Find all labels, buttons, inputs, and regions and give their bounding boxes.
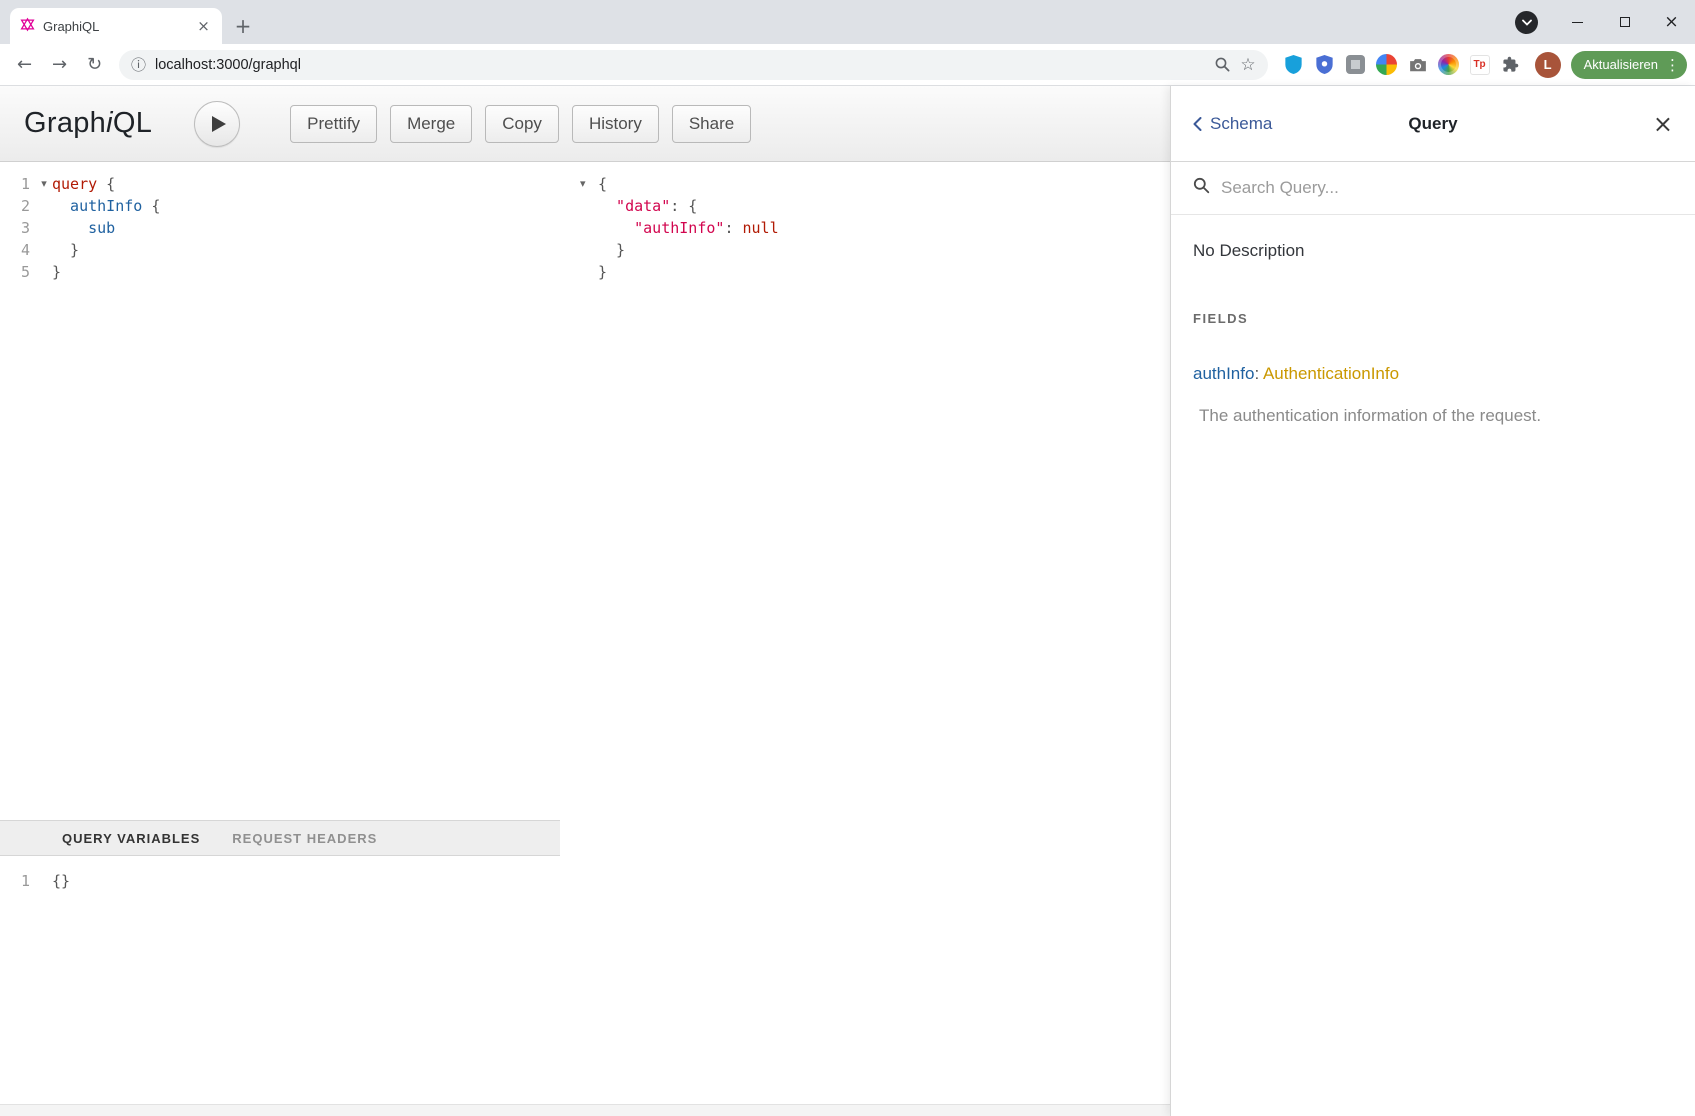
graphiql-favicon-icon bbox=[20, 17, 35, 35]
browser-tab[interactable]: GraphiQL × bbox=[10, 8, 222, 44]
pinwheel-extension-icon[interactable] bbox=[1437, 53, 1461, 77]
doc-no-description: No Description bbox=[1193, 241, 1673, 261]
code-line: "authInfo": null bbox=[580, 217, 1170, 239]
maximize-icon bbox=[1620, 17, 1630, 27]
line-number: 1 bbox=[0, 870, 36, 892]
code-line: 3 sub bbox=[0, 217, 560, 239]
variables-title-bar: QUERY VARIABLES REQUEST HEADERS bbox=[0, 820, 560, 856]
result-pane: ▾ { "data": { "authInfo": null } bbox=[560, 162, 1170, 1104]
prettify-button[interactable]: Prettify bbox=[290, 105, 377, 143]
graphiql-main: GraphiQL Prettify Merge Copy History Sha… bbox=[0, 86, 1170, 1116]
color-ball-extension-icon[interactable] bbox=[1375, 53, 1399, 77]
update-browser-button[interactable]: Aktualisieren ⋮ bbox=[1571, 51, 1687, 79]
extensions-area: Tp bbox=[1276, 53, 1529, 77]
doc-search-bar bbox=[1171, 162, 1695, 215]
doc-close-button[interactable]: × bbox=[1653, 112, 1673, 136]
forward-button[interactable]: → bbox=[43, 48, 76, 81]
tab-query-variables[interactable]: QUERY VARIABLES bbox=[62, 831, 200, 846]
variables-editor[interactable]: 1 {} bbox=[0, 856, 560, 1104]
bookmark-star-icon[interactable]: ☆ bbox=[1240, 55, 1255, 75]
browser-tabstrip: GraphiQL × + × bbox=[0, 0, 1695, 44]
graphiql-toolbar-buttons: Prettify Merge Copy History Share bbox=[290, 105, 751, 143]
close-icon: × bbox=[1664, 12, 1678, 32]
line-number: 1 bbox=[0, 173, 36, 195]
doc-back-link[interactable]: Schema bbox=[1193, 114, 1272, 134]
horizontal-scrollbar[interactable] bbox=[0, 1104, 1170, 1116]
tab-close-icon[interactable]: × bbox=[195, 18, 212, 35]
doc-fields-header: FIELDS bbox=[1193, 311, 1673, 326]
doc-explorer-header: Query Schema × bbox=[1171, 86, 1695, 162]
new-tab-button[interactable]: + bbox=[228, 11, 258, 41]
profile-avatar[interactable]: L bbox=[1535, 52, 1561, 78]
camera-extension-icon[interactable] bbox=[1406, 53, 1430, 77]
back-button[interactable]: ← bbox=[8, 48, 41, 81]
chevron-down-icon bbox=[1522, 19, 1532, 26]
tab-title: GraphiQL bbox=[43, 19, 187, 34]
blue-shield-extension-icon[interactable] bbox=[1313, 53, 1337, 77]
menu-dots-icon[interactable]: ⋮ bbox=[1665, 56, 1680, 74]
history-button[interactable]: History bbox=[572, 105, 659, 143]
puzzle-extensions-icon[interactable] bbox=[1499, 53, 1523, 77]
doc-search-input[interactable] bbox=[1221, 178, 1673, 198]
execute-query-button[interactable] bbox=[194, 101, 240, 147]
query-editor[interactable]: 1 ▾ query { 2 authInfo { 3 s bbox=[0, 162, 560, 820]
gray-square-extension-icon[interactable] bbox=[1344, 53, 1368, 77]
reload-button[interactable]: ↻ bbox=[78, 48, 111, 81]
window-controls: × bbox=[1554, 0, 1695, 44]
url-bar[interactable]: ⓘ localhost:3000/graphql ☆ bbox=[119, 50, 1268, 80]
query-column: 1 ▾ query { 2 authInfo { 3 s bbox=[0, 162, 560, 1104]
field-type-link[interactable]: AuthenticationInfo bbox=[1263, 364, 1399, 383]
editors-area: 1 ▾ query { 2 authInfo { 3 s bbox=[0, 162, 1170, 1104]
field-name-link[interactable]: authInfo bbox=[1193, 364, 1254, 383]
browser-toolbar: ← → ↻ ⓘ localhost:3000/graphql ☆ bbox=[0, 44, 1695, 86]
code-line: 5 } bbox=[0, 261, 560, 283]
window-close-button[interactable]: × bbox=[1648, 0, 1695, 44]
share-button[interactable]: Share bbox=[672, 105, 751, 143]
graphiql-topbar: GraphiQL Prettify Merge Copy History Sha… bbox=[0, 86, 1170, 162]
graphiql-logo: GraphiQL bbox=[24, 107, 152, 140]
page-info-icon[interactable]: ⓘ bbox=[131, 54, 146, 75]
field-description: The authentication information of the re… bbox=[1199, 406, 1673, 426]
graphiql-app: GraphiQL Prettify Merge Copy History Sha… bbox=[0, 86, 1695, 1116]
tp-extension-icon[interactable]: Tp bbox=[1468, 53, 1492, 77]
play-icon bbox=[211, 115, 227, 133]
shield-extension-icon[interactable] bbox=[1282, 53, 1306, 77]
search-icon bbox=[1193, 177, 1210, 199]
code-line: 1 {} bbox=[0, 870, 560, 892]
code-line: ▾ { bbox=[580, 173, 1170, 195]
zoom-icon[interactable] bbox=[1214, 56, 1231, 73]
code-line: } bbox=[580, 261, 1170, 283]
url-text[interactable]: localhost:3000/graphql bbox=[155, 57, 301, 73]
line-number: 4 bbox=[0, 239, 36, 261]
browser-window: GraphiQL × + × ← → ↻ ⓘ localhost:3000/gr… bbox=[0, 0, 1695, 1116]
line-number: 3 bbox=[0, 217, 36, 239]
code-line: 1 ▾ query { bbox=[0, 173, 560, 195]
code-line: 2 authInfo { bbox=[0, 195, 560, 217]
doc-field-item: authInfo: AuthenticationInfo bbox=[1193, 364, 1673, 384]
line-number: 5 bbox=[0, 261, 36, 283]
window-maximize-button[interactable] bbox=[1601, 0, 1648, 44]
merge-button[interactable]: Merge bbox=[390, 105, 472, 143]
doc-explorer: Query Schema × No Description FIELDS aut… bbox=[1170, 86, 1695, 1116]
line-number: 2 bbox=[0, 195, 36, 217]
chevron-left-icon bbox=[1193, 117, 1202, 131]
tab-request-headers[interactable]: REQUEST HEADERS bbox=[232, 831, 377, 846]
tab-search-button[interactable] bbox=[1515, 11, 1538, 34]
window-minimize-button[interactable] bbox=[1554, 0, 1601, 44]
update-button-label: Aktualisieren bbox=[1584, 57, 1658, 72]
minimize-icon bbox=[1572, 22, 1583, 23]
copy-button[interactable]: Copy bbox=[485, 105, 559, 143]
code-line: "data": { bbox=[580, 195, 1170, 217]
code-line: 4 } bbox=[0, 239, 560, 261]
fold-arrow-icon[interactable]: ▾ bbox=[580, 173, 598, 195]
fold-arrow-icon[interactable]: ▾ bbox=[36, 173, 52, 195]
code-line: } bbox=[580, 239, 1170, 261]
doc-content: No Description FIELDS authInfo: Authenti… bbox=[1171, 215, 1695, 452]
